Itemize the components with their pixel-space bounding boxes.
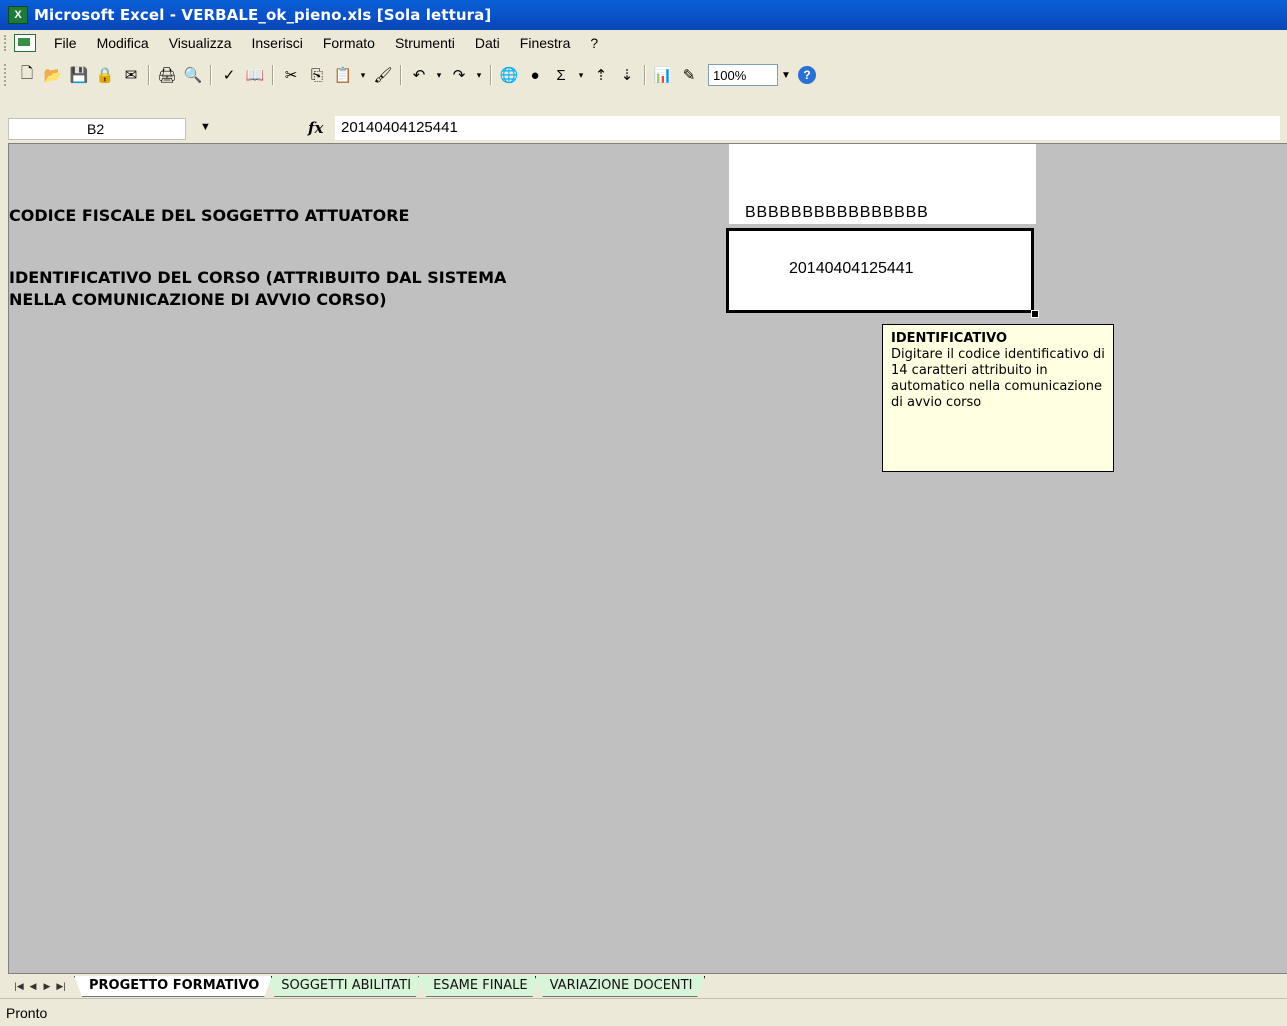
research-icon[interactable]: 📖 (244, 64, 266, 86)
open-folder-icon[interactable]: 📂 (42, 64, 64, 86)
label-codice-fiscale: CODICE FISCALE DEL SOGGETTO ATTUATORE (9, 206, 410, 225)
cell-codice-fiscale[interactable]: BBBBBBBBBBBBBBBB (745, 204, 929, 222)
tab-esame-finale[interactable]: ESAME FINALE (418, 976, 541, 997)
drawing-icon[interactable]: ✎ (678, 64, 700, 86)
label-identificativo-line1: IDENTIFICATIVO DEL CORSO (ATTRIBUITO DAL… (9, 268, 507, 287)
help-icon[interactable]: ? (798, 66, 816, 84)
next-sheet-icon[interactable]: ▶ (40, 981, 54, 992)
email-icon[interactable]: ✉ (120, 64, 142, 86)
save-icon[interactable]: 💾 (68, 64, 90, 86)
fill-handle[interactable] (1031, 310, 1039, 318)
window-title: Microsoft Excel - VERBALE_ok_pieno.xls [… (34, 6, 492, 24)
tab-progetto-formativo[interactable]: PROGETTO FORMATIVO (74, 976, 272, 997)
cut-icon[interactable]: ✂ (280, 64, 302, 86)
first-sheet-icon[interactable]: |◀ (12, 981, 26, 992)
paste-dropdown-icon[interactable]: ▾ (358, 64, 368, 86)
document-icon[interactable] (14, 34, 36, 52)
spelling-icon[interactable]: ✓ (218, 64, 240, 86)
sort-descending-icon[interactable]: ⇣ (616, 64, 638, 86)
menu-inserisci[interactable]: Inserisci (241, 35, 312, 51)
toolbar-separator (272, 65, 274, 85)
menu-file[interactable]: File (44, 35, 87, 51)
formula-bar: B2 ▼ fx 20140404125441 (0, 115, 1287, 143)
undo-icon[interactable]: ↶ (408, 64, 430, 86)
hyperlink-icon[interactable]: 🌐 (498, 64, 520, 86)
toolbar-separator (148, 65, 150, 85)
cell-identificativo-value: 20140404125441 (789, 260, 914, 277)
comment-title: IDENTIFICATIVO (891, 331, 1007, 346)
zoom-dropdown-icon[interactable]: ▼ (778, 64, 794, 86)
research-globe-icon[interactable]: ● (524, 64, 546, 86)
toolbar-separator (400, 65, 402, 85)
tab-variazione-docenti[interactable]: VARIAZIONE DOCENTI (535, 976, 706, 997)
paste-icon[interactable]: 📋 (332, 64, 354, 86)
redo-icon[interactable]: ↷ (448, 64, 470, 86)
formula-input[interactable]: 20140404125441 (335, 116, 1280, 140)
permission-icon[interactable]: 🔒 (94, 64, 116, 86)
menu-strumenti[interactable]: Strumenti (385, 35, 465, 51)
sheet-navigation: |◀ ◀ ▶ ▶| (12, 981, 68, 992)
zoom-input[interactable]: 100% (708, 64, 778, 86)
print-icon[interactable]: 🖨 (156, 64, 178, 86)
zoom-value: 100% (713, 67, 747, 83)
cell-comment-tooltip: IDENTIFICATIVO Digitare il codice identi… (882, 324, 1114, 472)
last-sheet-icon[interactable]: ▶| (54, 981, 68, 992)
name-box[interactable]: B2 (8, 118, 186, 140)
active-cell-identificativo[interactable]: 20140404125441 (726, 228, 1034, 313)
toolbar-separator (210, 65, 212, 85)
sort-ascending-icon[interactable]: ⇡ (590, 64, 612, 86)
menu-help[interactable]: ? (580, 35, 608, 51)
insert-function-icon[interactable]: fx (308, 119, 323, 137)
title-bar: X Microsoft Excel - VERBALE_ok_pieno.xls… (0, 0, 1287, 30)
autosum-icon[interactable]: Σ (550, 64, 572, 86)
prev-sheet-icon[interactable]: ◀ (26, 981, 40, 992)
name-box-dropdown-icon[interactable]: ▼ (200, 121, 211, 133)
menu-grip-handle[interactable] (4, 35, 10, 51)
print-preview-icon[interactable]: 🔍 (182, 64, 204, 86)
chart-wizard-icon[interactable]: 📊 (652, 64, 674, 86)
autosum-dropdown-icon[interactable]: ▾ (576, 64, 586, 86)
comment-body: Digitare il codice identificativo di 14 … (891, 347, 1105, 410)
standard-toolbar: 🗋 📂 💾 🔒 ✉ 🖨 🔍 ✓ 📖 ✂ ⎘ 📋 ▾ 🖌 ↶ ▾ ↷ ▾ 🌐 ● … (0, 56, 1287, 115)
worksheet-area[interactable]: CODICE FISCALE DEL SOGGETTO ATTUATORE BB… (8, 143, 1287, 974)
excel-app-icon[interactable]: X (8, 6, 28, 24)
menu-finestra[interactable]: Finestra (510, 35, 581, 51)
menu-formato[interactable]: Formato (313, 35, 385, 51)
tab-soggetti-abilitati[interactable]: SOGGETTI ABILITATI (266, 976, 424, 997)
name-box-value: B2 (87, 121, 105, 137)
menu-bar: File Modifica Visualizza Inserisci Forma… (0, 30, 1287, 57)
menu-visualizza[interactable]: Visualizza (159, 35, 242, 51)
toolbar-separator (490, 65, 492, 85)
copy-icon[interactable]: ⎘ (306, 64, 328, 86)
label-identificativo-line2: NELLA COMUNICAZIONE DI AVVIO CORSO) (9, 290, 387, 309)
new-document-icon[interactable]: 🗋 (16, 64, 38, 86)
toolbar-separator (644, 65, 646, 85)
status-bar: Pronto (0, 998, 1287, 1026)
undo-dropdown-icon[interactable]: ▾ (434, 64, 444, 86)
menu-modifica[interactable]: Modifica (87, 35, 159, 51)
toolbar-grip-handle[interactable] (4, 64, 10, 86)
sheet-tab-strip: |◀ ◀ ▶ ▶| PROGETTO FORMATIVO SOGGETTI AB… (8, 973, 1287, 998)
status-text: Pronto (6, 1004, 48, 1021)
format-painter-icon[interactable]: 🖌 (372, 64, 394, 86)
menu-dati[interactable]: Dati (465, 35, 510, 51)
redo-dropdown-icon[interactable]: ▾ (474, 64, 484, 86)
